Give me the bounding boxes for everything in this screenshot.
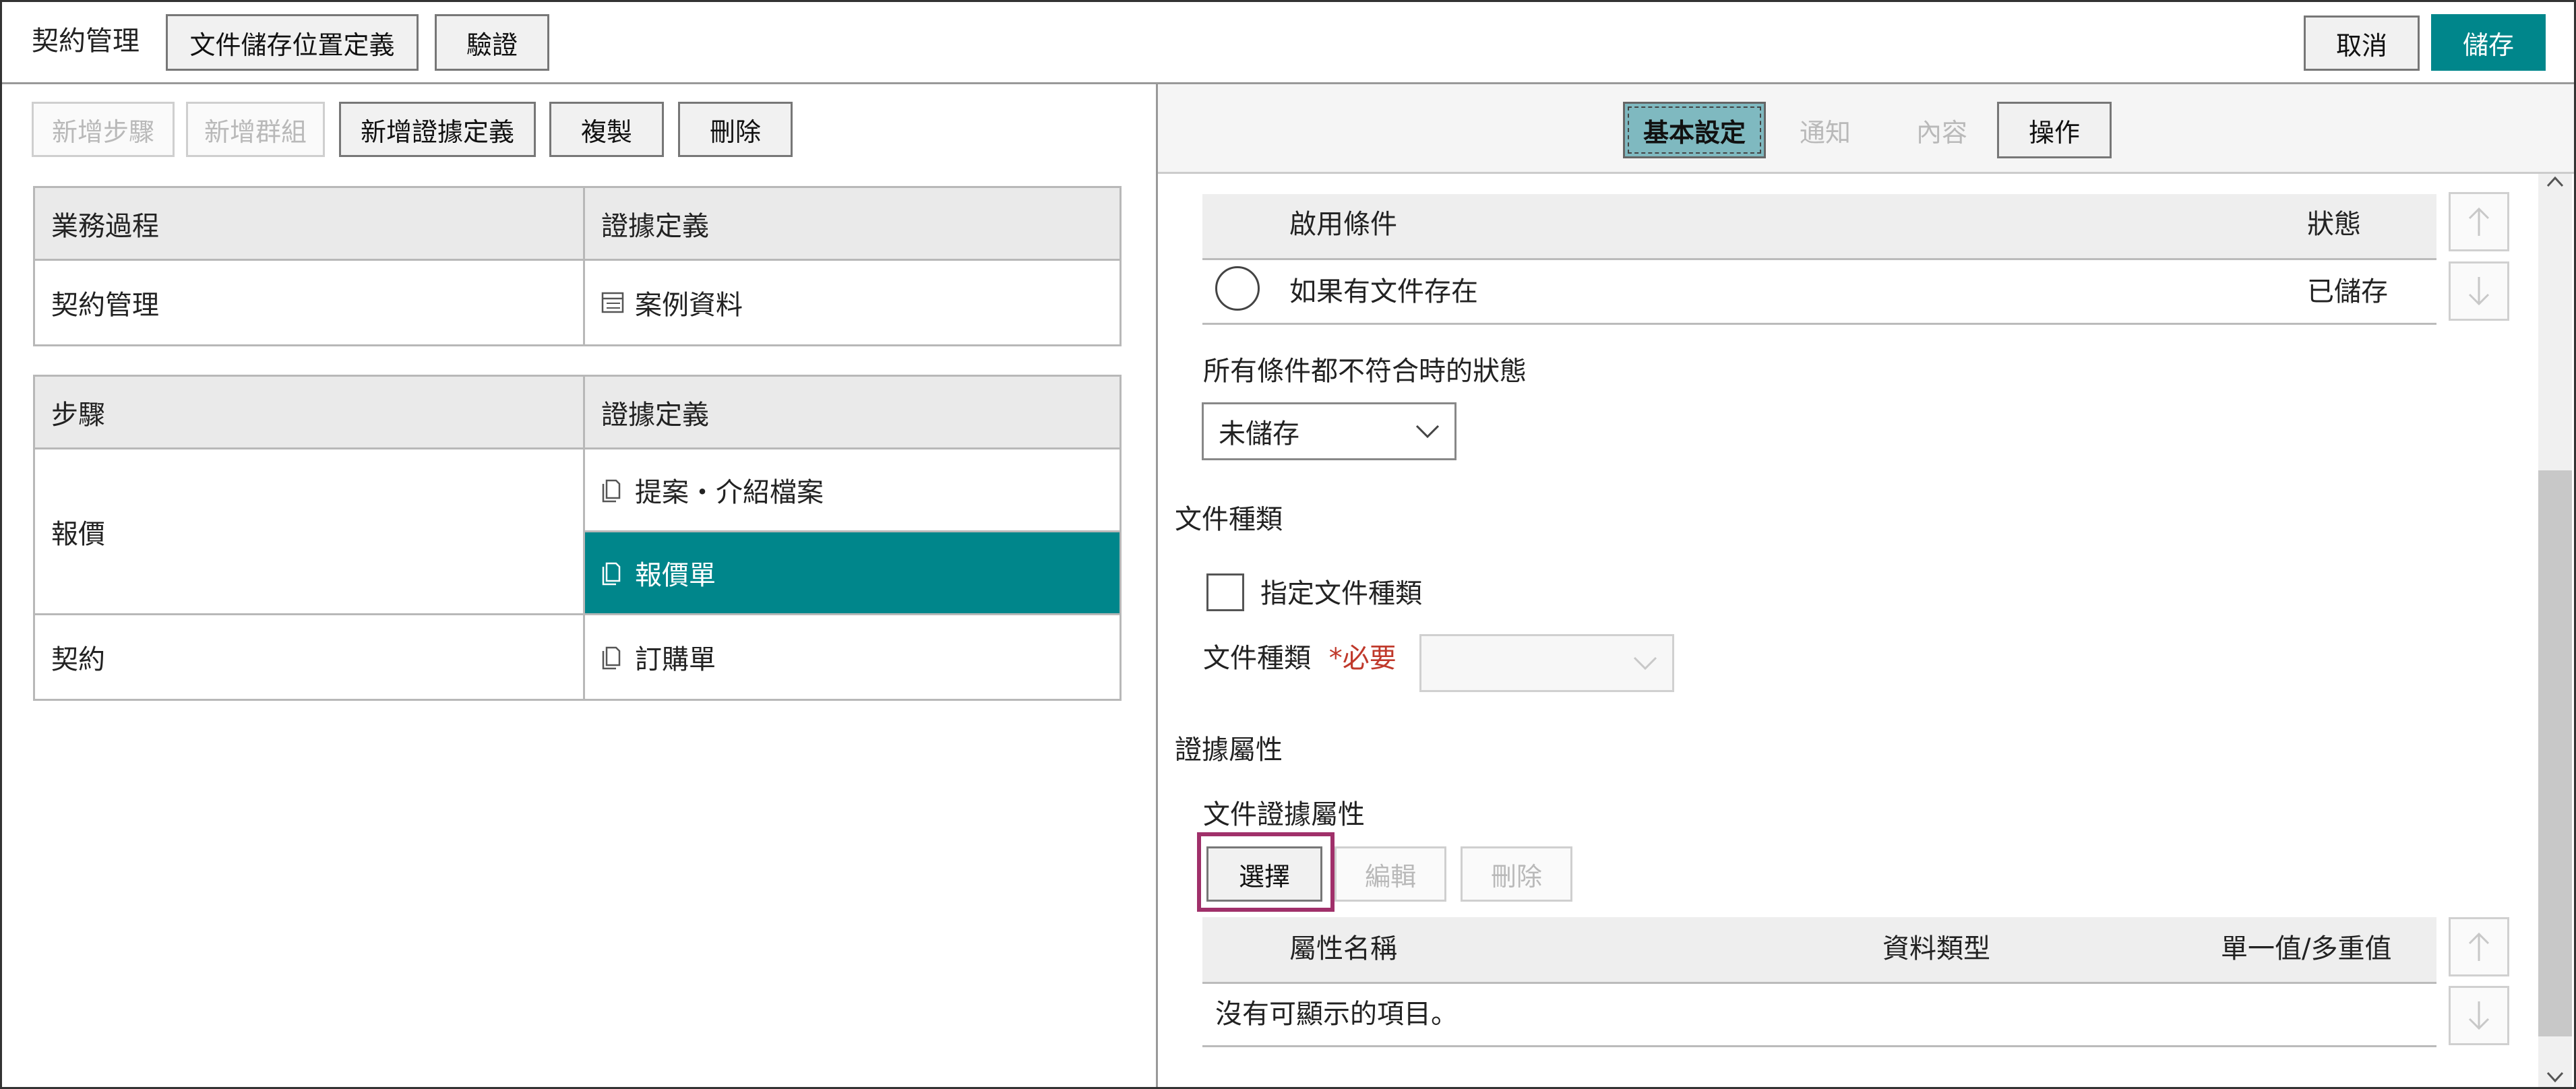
edit-attr-button[interactable]: 編輯 [1335, 846, 1446, 902]
document-icon [601, 561, 621, 586]
arrow-down-icon [2468, 277, 2490, 306]
attr-move-up-button[interactable] [2449, 917, 2509, 976]
condition-status: 已儲存 [2307, 276, 2388, 307]
add-evidence-button[interactable]: 新增證據定義 [339, 102, 536, 157]
attr-empty-text: 沒有可顯示的項目。 [1215, 999, 1458, 1030]
arrow-up-icon [2468, 207, 2490, 236]
tab-content[interactable]: 內容 [1884, 102, 1999, 158]
document-icon [601, 478, 621, 503]
arrow-up-icon [2468, 932, 2490, 961]
scrollbar-thumb[interactable] [2538, 470, 2572, 1036]
attr-move-down-button[interactable] [2449, 986, 2509, 1045]
doc-location-button[interactable]: 文件儲存位置定義 [166, 14, 419, 71]
condition-radio[interactable] [1215, 266, 1260, 311]
move-down-button[interactable] [2449, 261, 2509, 321]
evidence-label: 訂購單 [635, 644, 716, 675]
doc-type-field-label: 文件種類 *必要 [1203, 645, 1397, 672]
list-icon [601, 291, 624, 314]
panel-divider [1156, 84, 1158, 1087]
required-marker: *必要 [1328, 643, 1397, 674]
cancel-button[interactable]: 取消 [2304, 15, 2420, 71]
process-header: 業務過程 [35, 188, 585, 261]
header-bar: 契約管理 文件儲存位置定義 驗證 取消 儲存 [2, 2, 2574, 84]
doc-type-checkbox-label: 指定文件種類 [1260, 578, 1422, 609]
copy-button[interactable]: 複製 [549, 102, 664, 157]
right-tab-bar: 基本設定 通知 內容 操作 [1158, 84, 2574, 174]
evidence-row-case-data[interactable]: 案例資料 [585, 261, 1120, 344]
evidence-header: 證據定義 [585, 377, 1120, 449]
doc-type-select[interactable] [1419, 634, 1674, 692]
tab-basic-settings[interactable]: 基本設定 [1623, 102, 1766, 158]
attr-name-col-header: 屬性名稱 [1289, 933, 1397, 964]
evidence-header: 證據定義 [585, 188, 1120, 261]
delete-attr-button[interactable]: 刪除 [1461, 846, 1572, 902]
scroll-up-icon[interactable] [2545, 174, 2565, 190]
step-header: 步驟 [35, 377, 585, 449]
tab-operation[interactable]: 操作 [1997, 102, 2112, 158]
evidence-label: 提案・介紹檔案 [635, 477, 824, 508]
evidence-row-order[interactable]: 訂購單 [585, 615, 1120, 699]
scroll-down-icon[interactable] [2545, 1069, 2565, 1085]
process-table: 業務過程 證據定義 契約管理 案例資料 [33, 186, 1122, 346]
evidence-label: 報價單 [635, 560, 716, 591]
evidence-row-quotation-selected[interactable]: 報價單 [585, 532, 1120, 615]
row-divider [1202, 258, 2436, 260]
condition-text: 如果有文件存在 [1289, 276, 1478, 307]
row-divider [1202, 982, 2436, 984]
right-panel-scrollbar[interactable] [2538, 174, 2572, 1087]
attr-type-col-header: 資料類型 [1882, 933, 1990, 964]
process-cell[interactable]: 契約管理 [35, 261, 585, 344]
evidence-attr-section-title: 證據屬性 [1175, 735, 1283, 766]
evidence-attr-sub-label: 文件證據屬性 [1203, 799, 1365, 830]
step-cell-contract[interactable]: 契約 [35, 615, 585, 699]
step-table: 步驟 證據定義 報價 提案・介紹檔案 報價單 契約 訂購單 [33, 375, 1122, 701]
condition-col-header: 啟用條件 [1289, 209, 1397, 240]
evidence-label: 案例資料 [635, 290, 743, 321]
evidence-row-proposal[interactable]: 提案・介紹檔案 [585, 449, 1120, 532]
add-step-button[interactable]: 新增步驟 [32, 102, 175, 157]
page-title: 契約管理 [32, 26, 140, 57]
save-button[interactable]: 儲存 [2431, 14, 2546, 71]
select-value: 未儲存 [1219, 418, 1299, 449]
fallback-label: 所有條件都不符合時的狀態 [1203, 356, 1527, 387]
verify-button[interactable]: 驗證 [435, 14, 549, 71]
fallback-status-select[interactable]: 未儲存 [1202, 402, 1456, 460]
app-window: 契約管理 文件儲存位置定義 驗證 取消 儲存 新增步驟 新增群組 新增證據定義 … [0, 0, 2576, 1089]
attr-multiplicity-col-header: 單一值/多重值 [2221, 933, 2392, 964]
tab-notify[interactable]: 通知 [1768, 102, 1882, 158]
document-icon [601, 646, 621, 670]
chevron-down-icon [1633, 656, 1657, 671]
select-attr-button[interactable]: 選擇 [1206, 846, 1322, 902]
field-label-text: 文件種類 [1203, 643, 1311, 674]
step-cell-quote[interactable]: 報價 [35, 449, 585, 615]
chevron-down-icon [1415, 425, 1440, 439]
row-divider [1202, 323, 2436, 325]
status-col-header: 狀態 [2307, 209, 2361, 240]
move-up-button[interactable] [2449, 192, 2509, 251]
row-divider [1202, 1045, 2436, 1047]
arrow-down-icon [2468, 1001, 2490, 1030]
delete-button[interactable]: 刪除 [678, 102, 793, 157]
add-group-button[interactable]: 新增群組 [186, 102, 325, 157]
doc-type-checkbox[interactable] [1206, 573, 1244, 611]
doc-type-section-title: 文件種類 [1175, 504, 1283, 535]
